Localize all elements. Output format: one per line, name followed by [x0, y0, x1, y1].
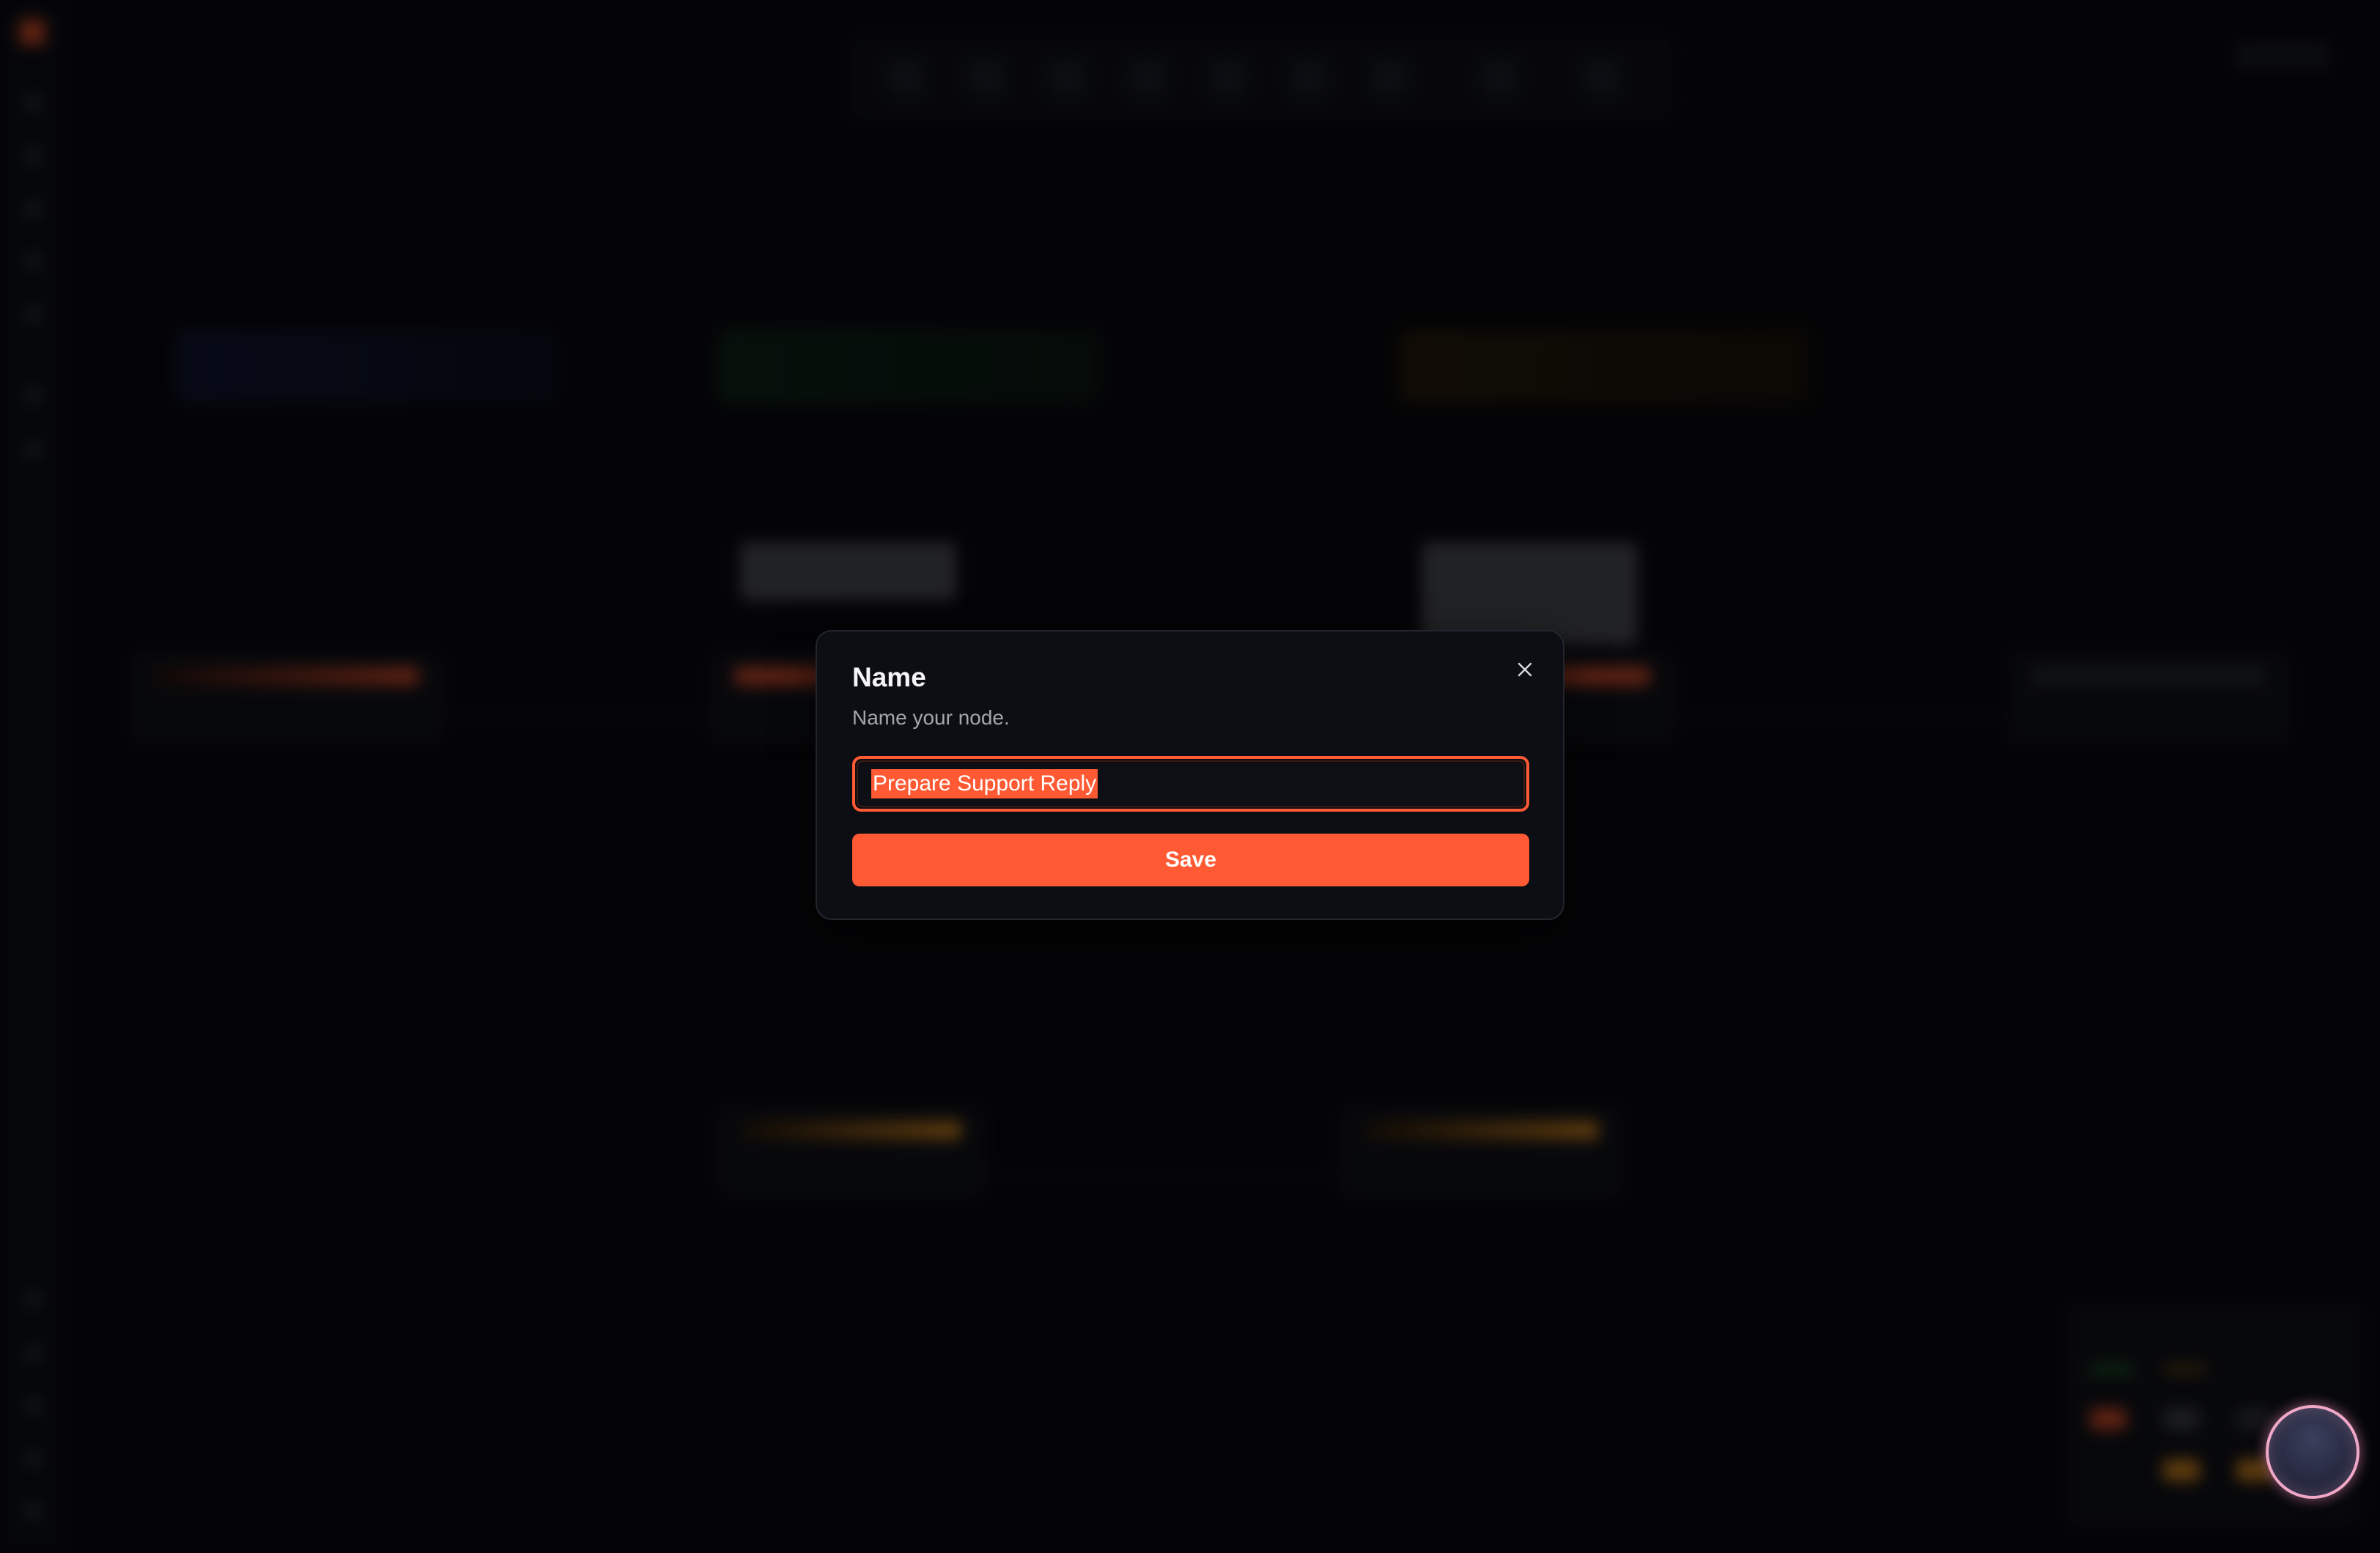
name-node-dialog: Name Name your node. Prepare Support Rep… [816, 630, 1564, 920]
close-button[interactable] [1510, 655, 1540, 684]
dialog-title: Name [852, 662, 926, 692]
save-button[interactable]: Save [852, 834, 1529, 886]
close-icon [1518, 662, 1532, 677]
node-name-input[interactable]: Prepare Support Reply [852, 756, 1529, 812]
node-name-input-value[interactable]: Prepare Support Reply [871, 769, 1098, 798]
assistant-orb-icon[interactable] [2266, 1405, 2359, 1499]
workflow-editor: Name Name your node. Prepare Support Rep… [0, 0, 2380, 1553]
dialog-description: Name your node. [852, 706, 1010, 729]
